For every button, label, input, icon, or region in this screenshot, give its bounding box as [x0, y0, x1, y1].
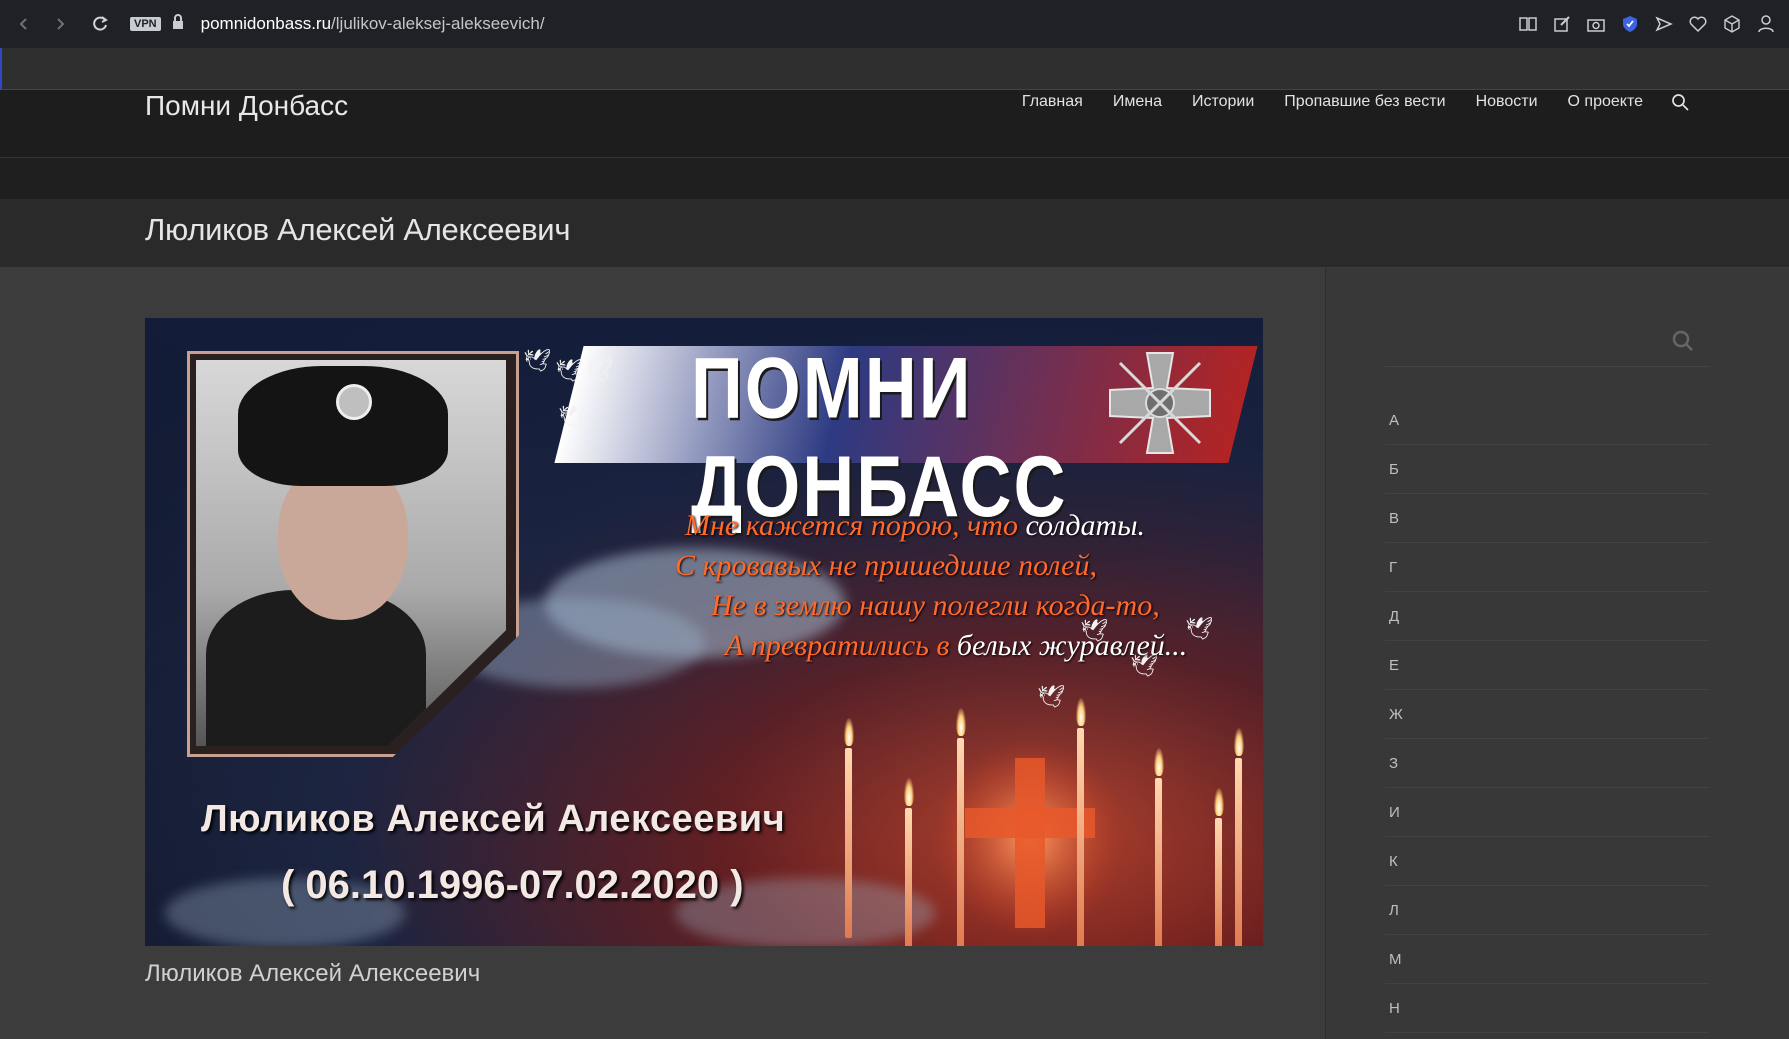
candle [1235, 758, 1242, 946]
crane-bird: 🕊 [585, 358, 613, 383]
poem-text: Не в землю нашу полегли когда-то, [711, 589, 1160, 622]
papakha-hat [238, 366, 448, 486]
poem: Мне кажется порою, что солдаты. С кровав… [565, 506, 1205, 666]
send-icon [1655, 16, 1673, 32]
memorial-image: ПОМНИ ДОНБАСС 🕊 🕊 🕊 🕊 🕊 🕊 🕊 🕊 Мне кажетс… [145, 318, 1263, 946]
lock-icon[interactable] [171, 13, 185, 35]
alphabet-link[interactable]: З [1385, 739, 1709, 788]
site-header: Помни Донбасс Главная Имена Истории Проп… [0, 90, 1789, 158]
book-icon [1519, 17, 1537, 31]
crane-bird: 🕊 [555, 358, 583, 383]
nav-item-news[interactable]: Новости [1476, 93, 1538, 111]
heart-icon [1689, 16, 1707, 32]
crane-bird: 🕊 [523, 348, 551, 373]
crane-bird: 🕊 [1037, 684, 1065, 709]
hero-dates: ( 06.10.1996-07.02.2020 ) [281, 863, 744, 907]
alphabet-link[interactable]: Д [1385, 592, 1709, 641]
alphabet-link[interactable]: М [1385, 935, 1709, 984]
alphabet-link[interactable]: Л [1385, 886, 1709, 935]
nav-item-stories[interactable]: Истории [1192, 93, 1254, 111]
candle [1077, 728, 1084, 946]
screenshot-button[interactable] [1583, 8, 1609, 40]
candle-flame [1234, 728, 1244, 756]
alphabet-link[interactable]: К [1385, 837, 1709, 886]
candle [845, 748, 852, 938]
portrait-photo [196, 360, 506, 746]
crane-bird: 🕊 [558, 404, 586, 429]
send-button[interactable] [1651, 8, 1677, 40]
edit-button[interactable] [1549, 8, 1575, 40]
candle-flame [1214, 788, 1224, 816]
page-title: Люликов Алексей Алексеевич [145, 212, 571, 247]
chevron-left-icon [19, 18, 27, 30]
extensions-button[interactable] [1719, 8, 1745, 40]
reader-button[interactable] [1515, 8, 1541, 40]
top-stripe [0, 48, 1789, 90]
alphabet-link[interactable]: А [1385, 396, 1709, 445]
candle-flame [956, 708, 966, 736]
poem-text: С кровавых не пришедшие полей, [675, 549, 1097, 582]
poem-text: А превратились в [725, 629, 957, 662]
alphabet-link[interactable]: Н [1385, 984, 1709, 1033]
reload-icon [93, 16, 108, 31]
candle [1155, 778, 1162, 946]
candle-flame [1076, 698, 1086, 726]
poem-line: Мне кажется порою, что солдаты. [565, 506, 1205, 546]
page-title-bar: Люликов Алексей Алексеевич [0, 199, 1789, 267]
user-icon [1758, 15, 1774, 33]
profile-button[interactable] [1753, 8, 1779, 40]
sidebar-search-input[interactable] [1385, 316, 1709, 367]
candle-flame [1154, 748, 1164, 776]
url-domain: pomnidonbass.ru [200, 14, 332, 33]
alphabet-link[interactable]: И [1385, 788, 1709, 837]
hat-badge [336, 384, 372, 420]
reload-button[interactable] [84, 8, 116, 40]
shield-icon [1623, 16, 1637, 32]
candle [905, 808, 912, 946]
alphabet-list: А Б В Г Д Е Ж З И К Л М Н [1385, 396, 1709, 1033]
poem-text-highlight: солдаты. [1025, 509, 1146, 542]
content-title: Люликов Алексей Алексеевич [145, 960, 481, 987]
search-icon[interactable] [1671, 93, 1689, 111]
chevron-right-icon [57, 18, 65, 30]
back-button[interactable] [8, 8, 40, 40]
vpn-badge[interactable]: VPN [130, 17, 161, 31]
nav-item-missing[interactable]: Пропавшие без вести [1284, 93, 1445, 111]
poem-line: А превратились в белых журавлей... [565, 626, 1205, 666]
camera-icon [1587, 19, 1605, 32]
candle-flame [844, 718, 854, 746]
url-path: /ljulikov-aleksej-alekseevich/ [331, 14, 545, 33]
nav-item-home[interactable]: Главная [1022, 93, 1083, 111]
candle-flame [904, 778, 914, 806]
poem-line: С кровавых не пришедшие полей, [565, 546, 1205, 586]
nav-item-about[interactable]: О проекте [1568, 93, 1643, 111]
site-title-link[interactable]: Помни Донбасс [145, 90, 348, 122]
alphabet-link[interactable]: Ж [1385, 690, 1709, 739]
poem-line: Не в землю нашу полегли когда-то, [565, 586, 1205, 626]
edit-icon [1554, 16, 1570, 32]
candle [957, 738, 964, 946]
shield-button[interactable] [1617, 8, 1643, 40]
browser-toolbar: VPN pomnidonbass.ru/ljulikov-aleksej-ale… [0, 0, 1789, 49]
search-icon[interactable] [1672, 330, 1694, 352]
browser-actions [1515, 8, 1779, 40]
alphabet-link[interactable]: Е [1385, 641, 1709, 690]
poem-text: Мне кажется порою, что [685, 509, 1026, 542]
poem-text-highlight: белых журавлей... [956, 629, 1188, 662]
alphabet-link[interactable]: В [1385, 494, 1709, 543]
nav-item-names[interactable]: Имена [1113, 93, 1162, 111]
cube-icon [1724, 15, 1740, 33]
hero-name: Люликов Алексей Алексеевич [201, 798, 786, 840]
alphabet-link[interactable]: Г [1385, 543, 1709, 592]
address-bar[interactable]: pomnidonbass.ru/ljulikov-aleksej-aleksee… [201, 14, 545, 34]
main-nav: Главная Имена Истории Пропавшие без вест… [992, 93, 1689, 111]
candle [1215, 818, 1222, 946]
cross-emblem-icon [1109, 352, 1211, 454]
forward-button[interactable] [44, 8, 76, 40]
alphabet-link[interactable]: Б [1385, 445, 1709, 494]
subheader-gap [0, 158, 1789, 199]
favorite-button[interactable] [1685, 8, 1711, 40]
